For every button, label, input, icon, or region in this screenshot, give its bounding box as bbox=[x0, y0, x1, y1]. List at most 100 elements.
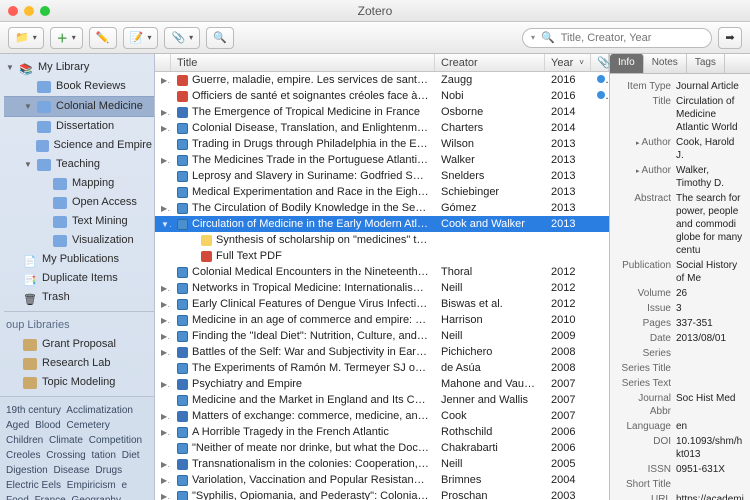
tag[interactable]: Food bbox=[6, 495, 29, 500]
item-row[interactable]: ▶Psychiatry and EmpireMahone and Vaughan… bbox=[155, 376, 609, 392]
metadata-value[interactable]: 0951-631X bbox=[676, 463, 744, 476]
expand-toggle[interactable]: ▶ bbox=[155, 332, 171, 341]
advanced-search-button[interactable]: 🔍 bbox=[206, 27, 234, 49]
tag[interactable]: Blood bbox=[35, 420, 61, 431]
item-row[interactable]: The Experiments of Ramón M. Termeyer SJ … bbox=[155, 360, 609, 376]
item-row[interactable]: ▶Transnationalism in the colonies: Coope… bbox=[155, 456, 609, 472]
quick-search[interactable]: ▾ 🔍 bbox=[522, 28, 712, 48]
metadata-value[interactable]: Journal Article bbox=[676, 80, 744, 93]
tag[interactable]: Geography bbox=[71, 495, 120, 500]
tag[interactable]: Climate bbox=[49, 435, 83, 446]
item-row[interactable]: ▶Variolation, Vaccination and Popular Re… bbox=[155, 472, 609, 488]
collection-item[interactable]: Science and Empire bbox=[4, 136, 154, 155]
expand-toggle[interactable]: ▶ bbox=[155, 460, 171, 469]
zoom-window-button[interactable] bbox=[40, 6, 50, 16]
metadata-value[interactable]: 26 bbox=[676, 287, 744, 300]
trash[interactable]: Trash bbox=[4, 288, 154, 307]
tag[interactable]: e bbox=[121, 480, 127, 491]
column-attachment[interactable]: 📎 bbox=[591, 54, 609, 71]
item-row[interactable]: ▶Early Clinical Features of Dengue Virus… bbox=[155, 296, 609, 312]
collection-item[interactable]: ▼Teaching bbox=[4, 155, 154, 174]
expand-toggle[interactable]: ▶ bbox=[155, 156, 171, 165]
add-attachment-button[interactable]: 📎▾ bbox=[164, 27, 200, 49]
collection-item[interactable]: Text Mining bbox=[4, 212, 154, 231]
expand-toggle[interactable]: ▶ bbox=[155, 300, 171, 309]
collection-item[interactable]: Dissertation bbox=[4, 117, 154, 136]
new-note-button[interactable]: 📝▾ bbox=[123, 27, 159, 49]
item-row[interactable]: Officiers de santé et soignantes créoles… bbox=[155, 88, 609, 104]
item-row[interactable]: ▶Battles of the Self: War and Subjectivi… bbox=[155, 344, 609, 360]
new-item-button[interactable]: ＋▾ bbox=[50, 27, 83, 49]
item-row[interactable]: Synthesis of scholarship on "medicines" … bbox=[155, 232, 609, 248]
metadata-value[interactable] bbox=[676, 347, 744, 360]
column-title[interactable]: Title bbox=[171, 54, 435, 71]
item-row[interactable]: ▶A Horrible Tragedy in the French Atlant… bbox=[155, 424, 609, 440]
item-row[interactable]: ▶Matters of exchange: commerce, medicine… bbox=[155, 408, 609, 424]
metadata-value[interactable]: en bbox=[676, 420, 744, 433]
tag[interactable]: Children bbox=[6, 435, 43, 446]
tag[interactable]: Aged bbox=[6, 420, 29, 431]
expand-toggle[interactable]: ▶ bbox=[155, 204, 171, 213]
add-by-identifier-button[interactable]: ✏️ bbox=[89, 27, 117, 49]
item-row[interactable]: Leprosy and Slavery in Suriname: Godfrie… bbox=[155, 168, 609, 184]
metadata-value[interactable] bbox=[676, 377, 744, 390]
expand-toggle[interactable]: ▶ bbox=[155, 380, 171, 389]
metadata-value[interactable] bbox=[676, 362, 744, 375]
tag[interactable]: Creoles bbox=[6, 450, 40, 461]
tab-tags[interactable]: Tags bbox=[687, 54, 725, 73]
new-collection-button[interactable]: 📁▾ bbox=[8, 27, 44, 49]
metadata-value[interactable]: Walker, Timothy D. bbox=[676, 164, 744, 190]
my-library[interactable]: ▼My Library bbox=[4, 58, 154, 77]
expand-toggle[interactable]: ▶ bbox=[155, 124, 171, 133]
metadata-value[interactable]: 10.1093/shm/hkt013 bbox=[676, 435, 744, 461]
column-year[interactable]: Year˅ bbox=[545, 54, 591, 71]
locate-button[interactable]: ➡ bbox=[718, 27, 742, 49]
item-row[interactable]: ▶Colonial Disease, Translation, and Enli… bbox=[155, 120, 609, 136]
collection-item[interactable]: ▼Colonial Medicine bbox=[4, 96, 154, 117]
expand-toggle[interactable]: ▶ bbox=[155, 412, 171, 421]
expand-toggle[interactable]: ▶ bbox=[155, 76, 171, 85]
tag[interactable]: 19th century bbox=[6, 405, 61, 416]
collection-item[interactable]: Mapping bbox=[4, 174, 154, 193]
group-library[interactable]: Topic Modeling bbox=[4, 373, 154, 392]
item-row[interactable]: ▶The Medicines Trade in the Portuguese A… bbox=[155, 152, 609, 168]
item-row[interactable]: ▶Networks in Tropical Medicine: Internat… bbox=[155, 280, 609, 296]
tag[interactable]: tation bbox=[92, 450, 116, 461]
expand-toggle[interactable]: ▶ bbox=[155, 348, 171, 357]
tag[interactable]: Cemetery bbox=[67, 420, 110, 431]
item-row[interactable]: ▶Medicine in an age of commerce and empi… bbox=[155, 312, 609, 328]
metadata-value[interactable]: Cook, Harold J. bbox=[676, 136, 744, 162]
group-library[interactable]: Grant Proposal bbox=[4, 335, 154, 354]
item-row[interactable]: Medical Experimentation and Race in the … bbox=[155, 184, 609, 200]
column-creator[interactable]: Creator bbox=[435, 54, 545, 71]
tag[interactable]: France bbox=[35, 495, 66, 500]
metadata-value[interactable]: https://academic.oup bbox=[676, 493, 744, 500]
tag[interactable]: Competition bbox=[89, 435, 142, 446]
metadata-value[interactable]: 337-351 bbox=[676, 317, 744, 330]
tag[interactable]: Diet bbox=[122, 450, 140, 461]
column-expand[interactable] bbox=[155, 54, 171, 71]
collection-item[interactable]: Open Access bbox=[4, 193, 154, 212]
metadata-value[interactable]: Circulation of Medicine Atlantic World bbox=[676, 95, 744, 134]
metadata-value[interactable]: 2013/08/01 bbox=[676, 332, 744, 345]
collection-item[interactable]: Visualization bbox=[4, 231, 154, 250]
item-row[interactable]: ▶The Circulation of Bodily Knowledge in … bbox=[155, 200, 609, 216]
duplicate-items[interactable]: Duplicate Items bbox=[4, 269, 154, 288]
expand-toggle[interactable]: ▶ bbox=[155, 316, 171, 325]
close-window-button[interactable] bbox=[8, 6, 18, 16]
tab-info[interactable]: Info bbox=[610, 54, 644, 73]
tag[interactable]: Disease bbox=[53, 465, 89, 476]
search-input[interactable] bbox=[561, 32, 703, 44]
my-publications[interactable]: My Publications bbox=[4, 250, 154, 269]
item-row[interactable]: Colonial Medical Encounters in the Ninet… bbox=[155, 264, 609, 280]
collection-item[interactable]: Book Reviews bbox=[4, 77, 154, 96]
item-row[interactable]: Full Text PDF bbox=[155, 248, 609, 264]
item-row[interactable]: ▼Circulation of Medicine in the Early Mo… bbox=[155, 216, 609, 232]
search-mode-icon[interactable]: ▾ bbox=[531, 33, 535, 42]
expand-toggle[interactable]: ▼ bbox=[155, 220, 171, 229]
minimize-window-button[interactable] bbox=[24, 6, 34, 16]
expand-toggle[interactable]: ▶ bbox=[155, 492, 171, 500]
tag[interactable]: Drugs bbox=[95, 465, 122, 476]
item-row[interactable]: ▶Finding the "Ideal Diet": Nutrition, Cu… bbox=[155, 328, 609, 344]
tab-notes[interactable]: Notes bbox=[644, 54, 687, 73]
